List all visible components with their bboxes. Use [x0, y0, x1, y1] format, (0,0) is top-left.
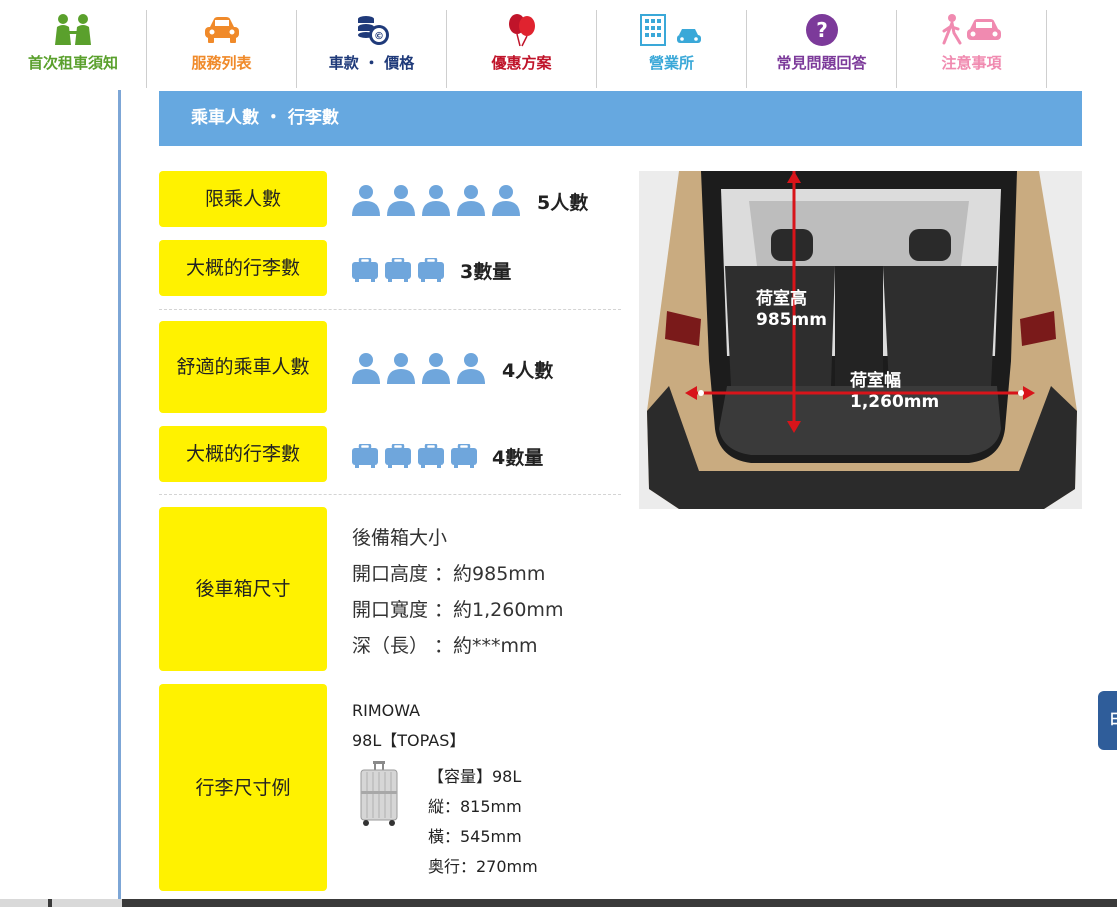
nav-faq[interactable]: ? 常見問題回答 — [747, 10, 897, 88]
svg-text:?: ? — [816, 18, 828, 42]
luggage-icon — [351, 442, 379, 472]
luggage-icon — [450, 442, 478, 472]
trunk-size-line: 深（長） ：約***mm — [352, 635, 538, 657]
floating-side-tab[interactable]: 日 — [1098, 691, 1117, 750]
nav-notices-label: 注意事項 — [941, 54, 1002, 72]
nav-services-label: 服務列表 — [191, 54, 252, 72]
max-passengers-icons — [351, 184, 521, 220]
luggage-count-value: 3數量 — [460, 261, 512, 283]
luggage-brand: RIMOWA — [352, 701, 421, 720]
nav-models-prices[interactable]: © 車款 ・ 價格 — [297, 10, 447, 88]
nav-models-prices-label: 車款 ・ 價格 — [328, 54, 415, 72]
luggage-example-name: RIMOWA 98L【TOPAS】 — [352, 696, 465, 756]
trunk-size-line: 開口高度 ：約985mm — [352, 563, 546, 585]
nav-services[interactable]: 服務列表 — [147, 10, 297, 88]
top-navigation: 首次租車須知 服務列表 © 車款 ・ 價格 優惠方案 營業所 ? 常見問題回答 … — [0, 0, 1117, 90]
luggage-spec-line: 【容量】98L — [428, 767, 522, 786]
svg-text:©: © — [374, 31, 384, 42]
luggage-example-label: 行李尺寸例 — [159, 684, 327, 891]
nav-first-time-rental-label: 首次租車須知 — [27, 54, 118, 72]
pedestrian-car-icon — [897, 10, 1046, 50]
luggage-icon — [417, 442, 445, 472]
person-icon — [456, 352, 486, 388]
cargo-height-value: 985mm — [756, 310, 827, 330]
nav-faq-label: 常見問題回答 — [776, 54, 867, 72]
content-left-rule — [118, 90, 121, 907]
person-icon — [386, 184, 416, 220]
trunk-size-label: 後車箱尺寸 — [159, 507, 327, 671]
luggage-spec-line: 縦：815mm — [428, 797, 522, 816]
person-icon — [491, 184, 521, 220]
luggage-count-label: 大概的行李數 — [159, 426, 327, 482]
person-icon — [386, 352, 416, 388]
trunk-size-details: 後備箱大小 開口高度 ：約985mm 開口寬度 ：約1,260mm 深（長） ：… — [352, 520, 563, 664]
trunk-size-line: 後備箱大小 — [352, 527, 448, 549]
luggage-count-icons — [351, 256, 445, 286]
luggage-model: 98L【TOPAS】 — [352, 731, 466, 750]
nav-promotions[interactable]: 優惠方案 — [447, 10, 597, 88]
cargo-height-annotation: 荷室高 985mm — [756, 289, 827, 331]
two-people-icon — [0, 10, 146, 50]
taskbar-segment — [0, 899, 48, 907]
luggage-count-icons — [351, 442, 478, 472]
section-divider — [159, 494, 621, 495]
coins-icon: © — [297, 10, 446, 50]
nav-offices[interactable]: 營業所 — [597, 10, 747, 88]
cargo-width-annotation: 荷室幅 1,260mm — [850, 371, 939, 413]
person-icon — [351, 352, 381, 388]
max-passengers-label: 限乘人數 — [159, 171, 327, 227]
building-car-icon — [597, 10, 746, 50]
luggage-icon — [384, 256, 412, 286]
luggage-spec-line: 橫：545mm — [428, 827, 522, 846]
comfort-passengers-label: 舒適的乘車人數 — [159, 321, 327, 413]
cargo-width-label: 荷室幅 — [850, 371, 901, 391]
max-passengers-value: 5人數 — [537, 192, 589, 214]
car-icon — [147, 10, 296, 50]
cargo-space-photo: 荷室高 985mm 荷室幅 1,260mm — [639, 171, 1082, 509]
question-icon: ? — [747, 10, 896, 50]
luggage-spec-line: 奥行：270mm — [428, 857, 538, 876]
person-icon — [421, 184, 451, 220]
luggage-count-value: 4數量 — [492, 447, 544, 469]
luggage-specs: 【容量】98L 縦：815mm 橫：545mm 奥行：270mm — [428, 762, 538, 882]
nav-first-time-rental[interactable]: 首次租車須知 — [0, 10, 147, 88]
section-divider — [159, 309, 621, 310]
luggage-icon — [351, 256, 379, 286]
trunk-size-line: 開口寬度 ：約1,260mm — [352, 599, 564, 621]
luggage-count-label: 大概的行李數 — [159, 240, 327, 296]
section-title: 乘車人數 ・ 行李數 — [159, 91, 1082, 146]
taskbar-segment — [52, 899, 122, 907]
person-icon — [456, 184, 486, 220]
nav-offices-label: 營業所 — [648, 54, 694, 72]
balloon-icon — [447, 10, 596, 50]
luggage-icon — [384, 442, 412, 472]
suitcase-image — [359, 761, 399, 831]
comfort-passengers-value: 4人數 — [502, 360, 554, 382]
window-bottom-edge — [0, 899, 1117, 907]
person-icon — [421, 352, 451, 388]
person-icon — [351, 184, 381, 220]
cargo-width-value: 1,260mm — [850, 392, 940, 412]
cargo-height-label: 荷室高 — [756, 289, 807, 309]
luggage-icon — [417, 256, 445, 286]
nav-notices[interactable]: 注意事項 — [897, 10, 1047, 88]
nav-promotions-label: 優惠方案 — [491, 54, 552, 72]
comfort-passengers-icons — [351, 352, 486, 388]
